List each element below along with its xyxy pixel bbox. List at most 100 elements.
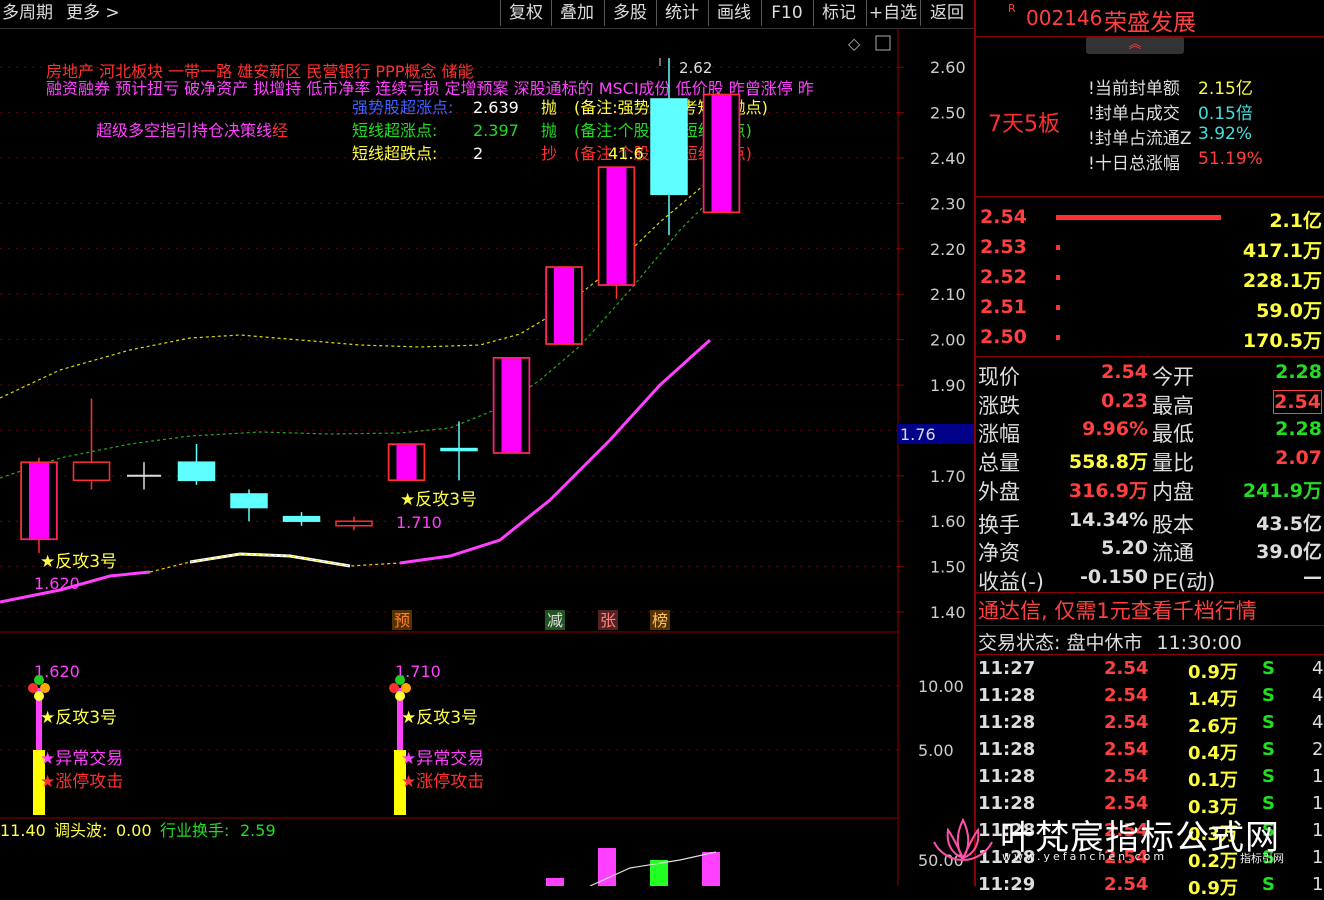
event-tag[interactable]: 减 [547, 611, 563, 630]
window-toggle-icon[interactable] [875, 35, 891, 51]
stat-label: 现价 [978, 365, 1020, 389]
stat-value: 241.9万 [1242, 479, 1322, 502]
flower-icon-petal [40, 683, 50, 693]
f10-button[interactable]: F10 [761, 0, 812, 26]
signal-action: 抛 [541, 121, 557, 140]
collapse-chevron-icon[interactable]: ︽ [1086, 36, 1184, 54]
seal-label: !封单占成交 [1088, 104, 1180, 124]
statistics-button[interactable]: 统计 [656, 0, 707, 26]
kline-chart[interactable]: 2.602.502.402.302.202.102.001.901.801.70… [0, 28, 974, 886]
tick-price: 2.54 [1104, 766, 1149, 787]
bid-volume-bar [1056, 215, 1221, 220]
tick-volume: 0.4万 [1188, 743, 1238, 764]
more-menu[interactable]: 更多 > [66, 0, 120, 26]
signal-value: 2.397 [473, 121, 519, 140]
price-tick-label: 1.90 [930, 376, 966, 395]
tick-price: 2.54 [1104, 685, 1149, 706]
tick-price: 2.54 [1104, 739, 1149, 760]
back-button[interactable]: 返回 [920, 0, 973, 26]
flower-icon-petal [395, 691, 405, 701]
flower-icon-petal [28, 683, 38, 693]
stat-value: 5.20 [1101, 537, 1148, 560]
event-tag[interactable]: 张 [600, 611, 616, 630]
sub1-label: ★涨停攻击 [401, 772, 484, 792]
restore-rights-button[interactable]: 复权 [500, 0, 551, 26]
lotus-logo-icon [933, 817, 993, 862]
flower-icon-petal [34, 691, 44, 701]
current-price-tag: 1.76 [900, 425, 936, 444]
seal-value: 0.15倍 [1198, 104, 1253, 124]
sub1-label: ★异常交易 [401, 749, 484, 769]
stock-name: 荣盛发展 [1104, 10, 1196, 36]
diamond-icon[interactable]: ◇ [848, 34, 861, 53]
tick-side: S [1262, 739, 1275, 760]
annotation-value: 1.620 [34, 574, 80, 593]
bid-volume-bar [1056, 245, 1060, 250]
signal-name: 短线超跌点: [352, 144, 437, 163]
signal-action: 抛 [541, 98, 557, 117]
sub2-bar [702, 852, 720, 886]
tick-count: 4 [1312, 685, 1324, 706]
sub1-tick-label: 10.00 [918, 677, 964, 696]
limit-up-badge: 7天5板 [988, 112, 1060, 137]
multi-period-button[interactable]: 多周期 [2, 0, 53, 26]
price-tick-label: 2.60 [930, 58, 966, 77]
concept-tags-line2: 融资融券 预计扭亏 破净资产 拟增持 低市净率 连续亏损 定增预案 深股通标的 … [46, 79, 814, 98]
stat-label: 流通 [1152, 541, 1194, 566]
stat-value: 316.9万 [1068, 479, 1148, 502]
stat-value: -0.150 [1080, 565, 1148, 588]
price-tick-label: 2.40 [930, 149, 966, 168]
bid-volume-bar [1056, 335, 1060, 340]
tick-side: S [1262, 658, 1275, 679]
stat-value: 2.54 [1101, 361, 1148, 383]
tick-side: S [1262, 766, 1275, 787]
tick-side: S [1262, 712, 1275, 733]
mark-button[interactable]: 标记 [813, 0, 864, 26]
stat-value: 2.28 [1275, 361, 1322, 383]
r-flag-icon: R [1008, 2, 1016, 15]
add-watchlist-button[interactable]: +自选 [866, 0, 919, 26]
tick-volume: 0.1万 [1188, 770, 1238, 791]
flower-icon-petal [395, 675, 405, 685]
flower-icon-petal [401, 683, 411, 693]
stat-label: 最高 [1152, 393, 1194, 418]
stat-label: 涨跌 [978, 393, 1020, 418]
multi-stock-button[interactable]: 多股 [604, 0, 655, 26]
flower-icon-petal [389, 683, 399, 693]
price-tick-label: 2.10 [930, 285, 966, 304]
candle-body [230, 493, 268, 509]
quote-panel: R 002146 荣盛发展 ︽ 7天5板 !当前封单额 2.15亿 !封单占成交 0.… [974, 0, 1324, 899]
event-tag[interactable]: 榜 [652, 611, 668, 630]
overlay-button[interactable]: 叠加 [551, 0, 602, 26]
stat-value: 43.5亿 [1256, 512, 1322, 535]
candle-inner [731, 95, 739, 212]
sub1-label: ★涨停攻击 [40, 772, 123, 792]
promo-link[interactable]: 通达信, 仅需1元查看千档行情 [978, 595, 1324, 625]
event-tag[interactable]: 预 [394, 611, 410, 630]
price-tick-label: 2.30 [930, 194, 966, 213]
stat-value: 2.07 [1275, 447, 1322, 470]
stat-value: 2.28 [1275, 418, 1322, 441]
price-tick-label: 2.50 [930, 104, 966, 123]
bid-volume-bar [1056, 305, 1060, 310]
candle-inner [626, 168, 634, 285]
bid-volume: 59.0万 [1256, 300, 1322, 322]
overlay-label: 41.6 [608, 144, 644, 163]
bid-volume: 2.1亿 [1269, 210, 1322, 232]
stat-label: 最低 [1152, 422, 1194, 447]
stat-value: 14.34% [1068, 508, 1148, 531]
stat-label: 量比 [1152, 451, 1194, 476]
draw-line-button[interactable]: 画线 [708, 0, 759, 26]
stat-label: 外盘 [978, 479, 1020, 504]
sub1-tick-label: 5.00 [918, 741, 954, 760]
price-tick-label: 1.60 [930, 512, 966, 531]
bid-volume-bar [1056, 275, 1060, 280]
stat-label: 股本 [1152, 512, 1194, 537]
price-tick-label: 1.40 [930, 603, 966, 622]
candle-body [650, 98, 688, 196]
stat-value: 2.54 [1273, 389, 1322, 414]
stock-code: 002146 [1026, 6, 1103, 30]
stat-label: 净资 [978, 541, 1020, 566]
tick-time: 11:27 [978, 658, 1036, 679]
sub2-value: 11.40 [0, 821, 46, 840]
